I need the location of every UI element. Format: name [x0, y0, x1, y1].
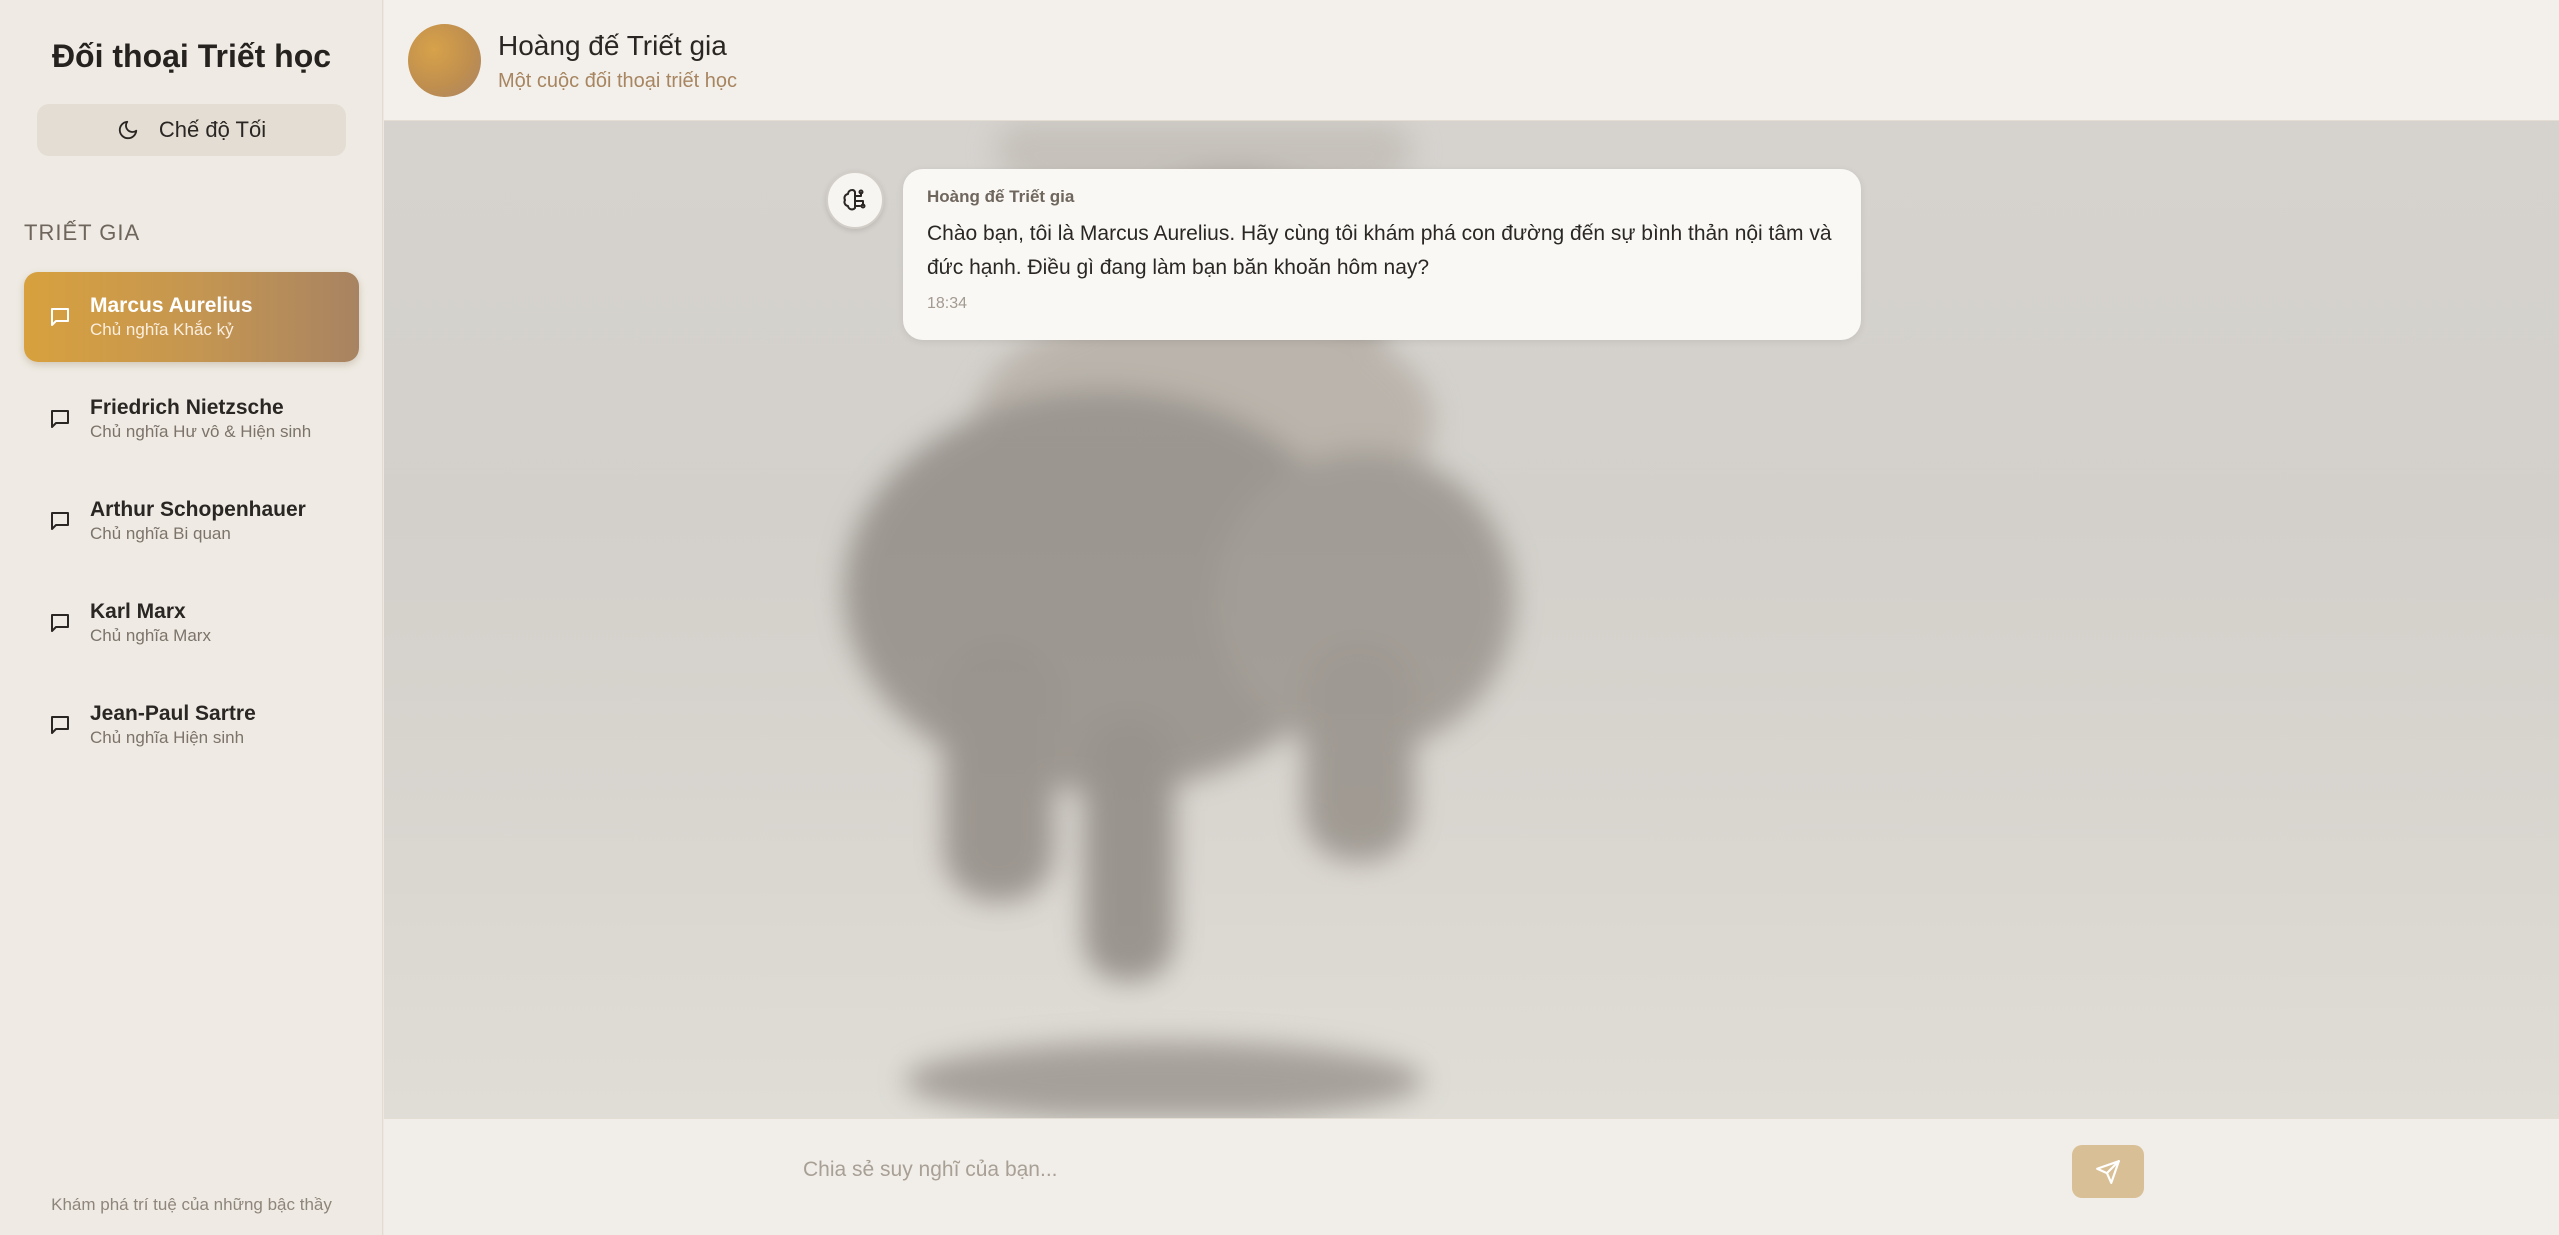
philosopher-avatar: [408, 24, 481, 97]
message-area[interactable]: Hoàng đế Triết gia Chào bạn, tôi là Marc…: [384, 121, 2559, 1118]
philosopher-school: Chủ nghĩa Marx: [90, 626, 211, 645]
sidebar-footer: Khám phá trí tuệ của những bậc thầy: [51, 1195, 332, 1214]
send-icon: [2096, 1159, 2120, 1184]
message-sender: Hoàng đế Triết gia: [927, 187, 1075, 206]
message-timestamp: 18:34: [927, 295, 968, 312]
dark-mode-toggle[interactable]: Chế độ Tối: [37, 104, 346, 156]
philosopher-item-karl-marx[interactable]: Karl Marx Chủ nghĩa Marx: [24, 578, 359, 668]
chat-subtitle: Một cuộc đối thoại triết học: [498, 70, 738, 92]
philosopher-name: Arthur Schopenhauer: [90, 498, 306, 521]
philosopher-name: Karl Marx: [90, 600, 186, 623]
philosopher-school: Chủ nghĩa Hiện sinh: [90, 728, 245, 747]
message-composer: [384, 1118, 2559, 1235]
philosopher-school: Chủ nghĩa Bi quan: [90, 524, 231, 543]
chat-title: Hoàng đế Triết gia: [498, 30, 727, 61]
philosopher-item-arthur-schopenhauer[interactable]: Arthur Schopenhauer Chủ nghĩa Bi quan: [24, 476, 359, 566]
brain-icon: [843, 189, 866, 211]
chat-icon: [51, 716, 69, 734]
message-input[interactable]: [801, 1141, 2051, 1199]
philosopher-item-friedrich-nietzsche[interactable]: Friedrich Nietzsche Chủ nghĩa Hư vô & Hi…: [24, 374, 359, 464]
message-text: Chào bạn, tôi là Marcus Aurelius. Hãy cù…: [927, 222, 1832, 279]
chat-icon: [51, 410, 69, 428]
chat-icon: [51, 614, 69, 632]
philosopher-name: Friedrich Nietzsche: [90, 396, 284, 419]
sidebar: Đối thoại Triết học Chế độ Tối TRIẾT GIA…: [0, 0, 383, 1235]
philosopher-list: Marcus Aurelius Chủ nghĩa Khắc kỷ Friedr…: [24, 272, 359, 782]
philosopher-name: Marcus Aurelius: [90, 294, 253, 317]
philosopher-item-marcus-aurelius[interactable]: Marcus Aurelius Chủ nghĩa Khắc kỷ: [24, 272, 359, 362]
app-title: Đối thoại Triết học: [51, 38, 332, 74]
section-label-philosophers: TRIẾT GIA: [24, 220, 141, 245]
dark-mode-label: Chế độ Tối: [158, 117, 267, 142]
message-bubble: Hoàng đế Triết gia Chào bạn, tôi là Marc…: [903, 169, 1861, 340]
moon-icon: [118, 120, 138, 140]
chat-header: Hoàng đế Triết gia Một cuộc đối thoại tr…: [384, 0, 2559, 121]
philosopher-item-jean-paul-sartre[interactable]: Jean-Paul Sartre Chủ nghĩa Hiện sinh: [24, 680, 359, 770]
message-avatar: [826, 171, 884, 229]
philosopher-school: Chủ nghĩa Hư vô & Hiện sinh: [90, 422, 312, 441]
send-button[interactable]: [2072, 1145, 2144, 1198]
chat-panel: Hoàng đế Triết gia Một cuộc đối thoại tr…: [384, 0, 2559, 1235]
philosopher-school: Chủ nghĩa Khắc kỷ: [90, 320, 234, 339]
chat-icon: [51, 512, 69, 530]
chat-icon: [51, 308, 69, 326]
philosopher-name: Jean-Paul Sartre: [90, 702, 256, 725]
